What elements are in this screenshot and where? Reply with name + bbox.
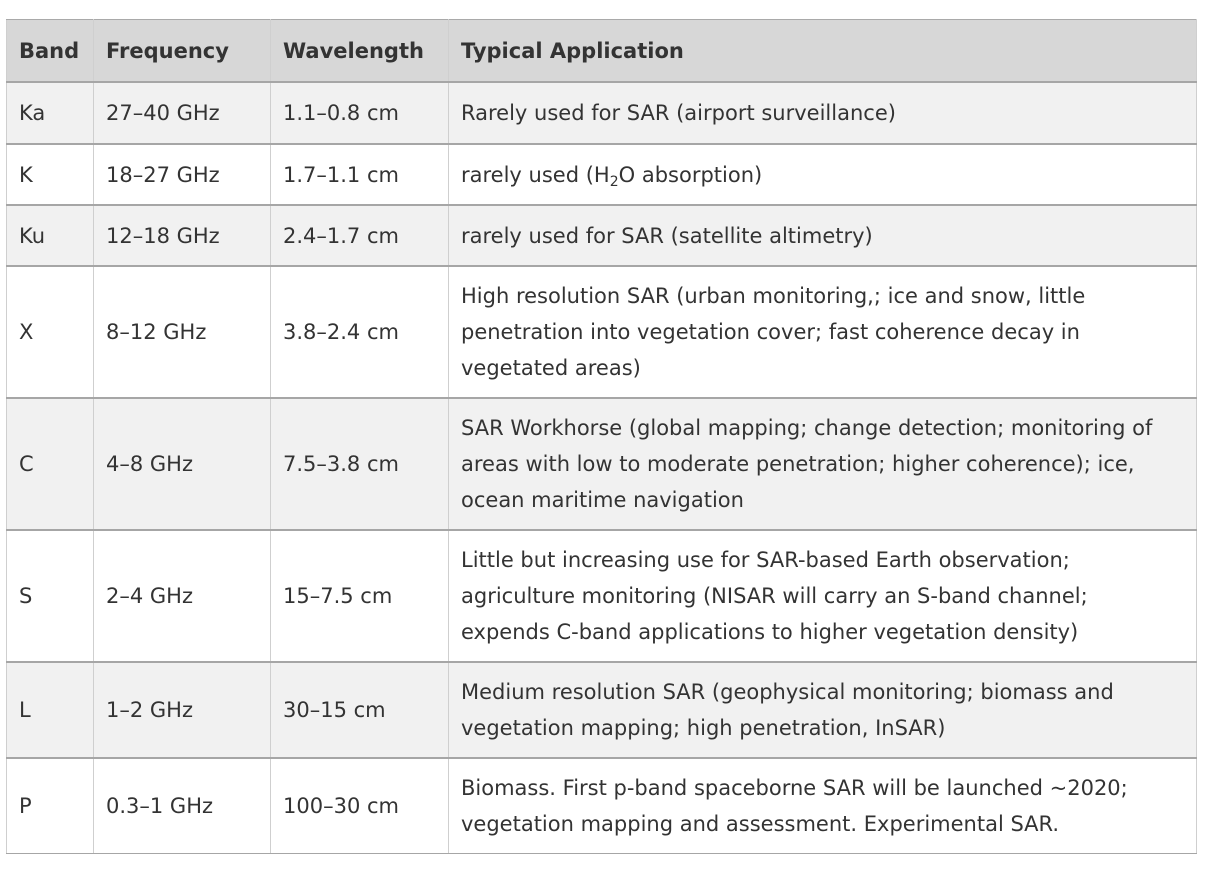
wavelength-cell: 3.8–2.4 cm bbox=[270, 265, 449, 399]
wavelength-cell: 2.4–1.7 cm bbox=[270, 204, 449, 267]
band-cell: S bbox=[6, 529, 94, 663]
application-cell: Rarely used for SAR (airport surveillanc… bbox=[448, 81, 1197, 145]
wavelength-cell: 7.5–3.8 cm bbox=[270, 397, 449, 531]
header-frequency: Frequency bbox=[93, 19, 271, 83]
table-header: Band Frequency Wavelength Typical Applic… bbox=[6, 19, 1197, 83]
table-row: K 18–27 GHz 1.7–1.1 cm rarely used (H2O … bbox=[6, 143, 1197, 206]
application-cell: SAR Workhorse (global mapping; change de… bbox=[448, 397, 1197, 531]
frequency-cell: 18–27 GHz bbox=[93, 143, 271, 206]
table-row: Ka 27–40 GHz 1.1–0.8 cm Rarely used for … bbox=[6, 81, 1197, 145]
application-text: rarely used (H bbox=[461, 162, 610, 187]
frequency-cell: 27–40 GHz bbox=[93, 81, 271, 145]
band-cell: Ka bbox=[6, 81, 94, 145]
band-cell: L bbox=[6, 661, 94, 759]
radar-band-table: Band Frequency Wavelength Typical Applic… bbox=[6, 19, 1197, 854]
table-row: C 4–8 GHz 7.5–3.8 cm SAR Workhorse (glob… bbox=[6, 397, 1197, 531]
table-row: X 8–12 GHz 3.8–2.4 cm High resolution SA… bbox=[6, 265, 1197, 399]
wavelength-cell: 100–30 cm bbox=[270, 757, 449, 854]
frequency-cell: 12–18 GHz bbox=[93, 204, 271, 267]
table-row: Ku 12–18 GHz 2.4–1.7 cm rarely used for … bbox=[6, 204, 1197, 267]
subscript-two: 2 bbox=[609, 173, 619, 190]
table-row: L 1–2 GHz 30–15 cm Medium resolution SAR… bbox=[6, 661, 1197, 759]
band-cell: C bbox=[6, 397, 94, 531]
band-cell: K bbox=[6, 143, 94, 206]
header-wavelength: Wavelength bbox=[270, 19, 449, 83]
wavelength-cell: 30–15 cm bbox=[270, 661, 449, 759]
frequency-cell: 4–8 GHz bbox=[93, 397, 271, 531]
band-cell: P bbox=[6, 757, 94, 854]
frequency-cell: 1–2 GHz bbox=[93, 661, 271, 759]
application-cell: Medium resolution SAR (geophysical monit… bbox=[448, 661, 1197, 759]
application-cell: rarely used (H2O absorption) bbox=[448, 143, 1197, 206]
frequency-cell: 8–12 GHz bbox=[93, 265, 271, 399]
wavelength-cell: 1.7–1.1 cm bbox=[270, 143, 449, 206]
application-text: O absorption) bbox=[618, 162, 763, 187]
table-row: S 2–4 GHz 15–7.5 cm Little but increasin… bbox=[6, 529, 1197, 663]
application-cell: Little but increasing use for SAR-based … bbox=[448, 529, 1197, 663]
header-band: Band bbox=[6, 19, 94, 83]
table-row: P 0.3–1 GHz 100–30 cm Biomass. First p-b… bbox=[6, 757, 1197, 854]
application-cell: rarely used for SAR (satellite altimetry… bbox=[448, 204, 1197, 267]
wavelength-cell: 15–7.5 cm bbox=[270, 529, 449, 663]
wavelength-cell: 1.1–0.8 cm bbox=[270, 81, 449, 145]
band-cell: X bbox=[6, 265, 94, 399]
table-body: Ka 27–40 GHz 1.1–0.8 cm Rarely used for … bbox=[6, 81, 1197, 854]
application-cell: High resolution SAR (urban monitoring,; … bbox=[448, 265, 1197, 399]
frequency-cell: 0.3–1 GHz bbox=[93, 757, 271, 854]
header-application: Typical Application bbox=[448, 19, 1197, 83]
frequency-cell: 2–4 GHz bbox=[93, 529, 271, 663]
band-cell: Ku bbox=[6, 204, 94, 267]
application-cell: Biomass. First p-band spaceborne SAR wil… bbox=[448, 757, 1197, 854]
header-row: Band Frequency Wavelength Typical Applic… bbox=[6, 19, 1197, 83]
